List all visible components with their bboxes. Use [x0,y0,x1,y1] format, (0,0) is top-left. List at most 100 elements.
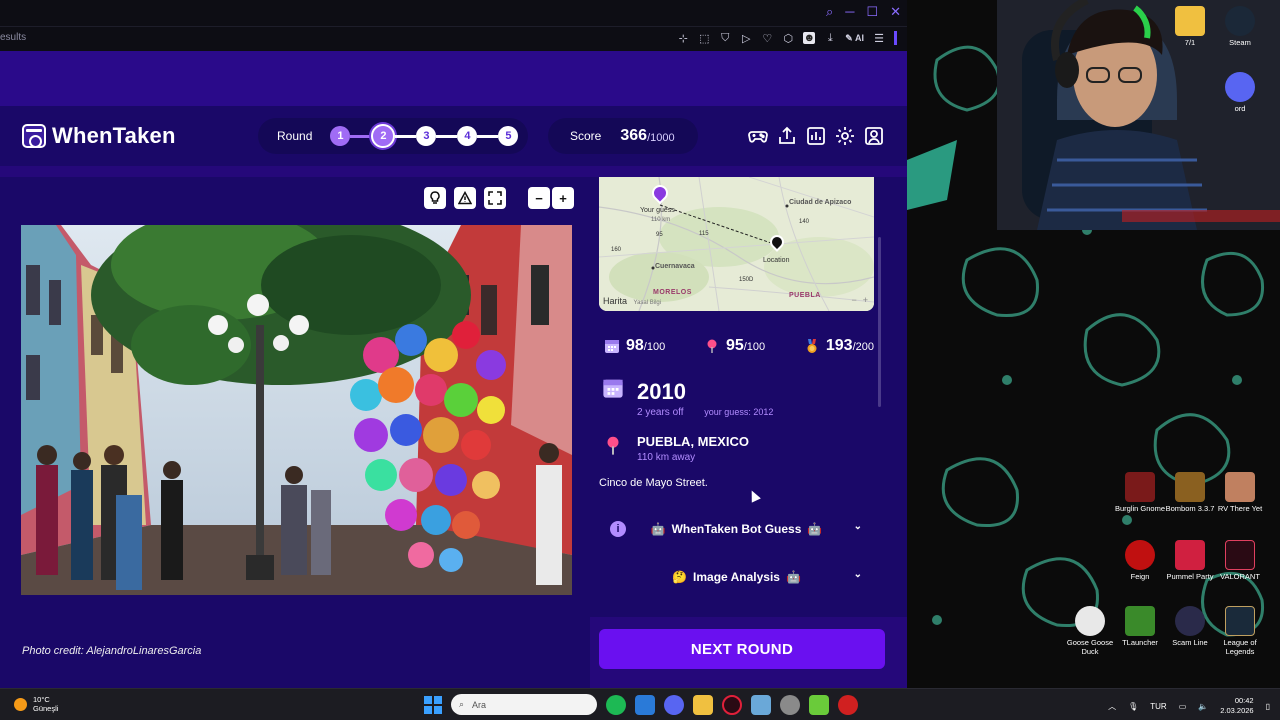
gamepad-icon[interactable] [748,126,768,146]
heart-icon[interactable]: ♡ [761,32,773,45]
desktop-icon-label: League of Legends [1223,638,1257,656]
location-score: 95 [725,337,744,354]
download-icon[interactable]: ⤓ [824,32,836,45]
close-icon[interactable]: ✕ [890,4,901,20]
bot-guess-accordion[interactable]: i 🤖 WhenTaken Bot Guess 🤖 ⌄ [599,511,874,547]
mail-icon[interactable] [635,694,655,715]
app-icon-b[interactable] [780,694,800,715]
map-legal[interactable]: Yasal Bilgi [634,300,662,306]
desktop-icon-bombom[interactable]: Bombom 3.3.7 [1163,472,1217,513]
clock[interactable]: 00:42 2.03.2026 [1220,696,1253,716]
info-icon[interactable]: i [610,521,626,537]
desktop-icon-tlauncher[interactable]: TLauncher [1113,606,1167,647]
map-label-morelos: MORELOS [653,289,692,296]
maximize-icon[interactable]: ☐ [866,4,878,20]
time: 00:42 [1234,696,1254,705]
screenshot-icon[interactable]: ⬚ [698,32,710,45]
report-icon[interactable] [454,187,476,209]
image-analysis-accordion[interactable]: 🤔 Image Analysis 🤖 ⌄ [599,559,874,595]
pin-icon[interactable]: ⊹ [677,32,689,45]
map-road-115: 115 [699,231,709,237]
share-icon[interactable] [777,126,797,146]
calendar-icon [603,379,623,398]
map-label-puebla: PUEBLA [789,292,821,299]
desktop-icon-burglin-gnome[interactable]: Burglin Gnome [1113,472,1167,513]
menu-icon[interactable]: ☰ [873,32,885,45]
app-icon-d[interactable] [838,694,858,715]
map-zoom-in-icon[interactable]: + [863,295,868,305]
zoom-out-icon[interactable]: − [528,187,550,209]
next-round-button[interactable]: NEXT ROUND [599,629,885,669]
total-score-max: /200 [852,341,874,353]
calendar-icon [605,340,619,353]
folder-icon [1175,6,1205,36]
desktop-icon-feign[interactable]: Feign [1113,540,1167,581]
microphone-icon[interactable]: 🎙 [1128,702,1138,711]
desktop-icon-league-of-legends[interactable]: League of Legends [1213,606,1267,656]
windows-start-icon[interactable] [424,695,442,714]
score-value: 366 [620,127,648,144]
desktop-icon-rv-there-yet[interactable]: RV There Yet [1213,472,1267,513]
notification-icon[interactable]: ▯ [1266,702,1270,711]
header-icon-bar [748,126,884,146]
settings-icon[interactable] [835,126,855,146]
photo-panel: − + Photo credit: AlejandroLinaresGarcia [0,177,590,688]
desktop-icon-label: RV There Yet [1217,504,1263,513]
map-zoom-out-icon[interactable]: − [851,295,856,305]
desktop-icon-scam-line[interactable]: Scam Line [1163,606,1217,647]
address-bar[interactable]: esults ⊹ ⬚ ⛉ ▷ ♡ ⬡ ☻ ⤓ ✎ AI ☰ [0,26,907,51]
volume-icon[interactable]: 🔈 [1198,702,1208,711]
ai-button[interactable]: ✎ AI [845,33,864,44]
folder-icon[interactable] [693,694,713,715]
chevron-down-icon: ⌄ [853,569,862,580]
url-text[interactable]: esults [0,32,26,43]
weather-widget[interactable]: 10°C Güneşli [14,695,58,713]
robot-icon: 🤖 [650,522,666,536]
discord-icon[interactable] [664,694,684,715]
extension-icon[interactable]: ⬡ [782,32,794,45]
app-icon-a[interactable] [751,694,771,715]
stats-icon[interactable] [806,126,826,146]
round-photo[interactable] [21,225,572,595]
logo[interactable]: WhenTaken [22,123,176,149]
app-top-band [0,51,907,106]
taskbar-search[interactable]: ⌕ Ara [451,694,597,715]
image-analysis-label: Image Analysis [693,570,780,584]
opera-gx-icon[interactable] [722,694,742,715]
desktop-icon-label: VALORANT [1220,572,1260,581]
round-step-4: 4 [457,126,478,146]
language-indicator[interactable]: TUR [1150,702,1166,711]
play-icon[interactable]: ▷ [740,32,752,45]
shield-icon[interactable]: ⛉ [719,32,731,45]
minimize-icon[interactable]: ─ [845,4,854,20]
desktop-icon-goose-goose-duck[interactable]: Goose Goose Duck [1063,606,1117,656]
robot-icon: 🤖 [807,522,823,536]
result-map[interactable]: Your guess 110 km Ciudad de Apizaco Loca… [599,177,874,311]
desktop-icon-pummel-party[interactable]: Pummel Party [1163,540,1217,581]
app-icon-c[interactable] [809,694,829,715]
photo-description: Cinco de Mayo Street. [599,477,708,489]
game-icon [1125,472,1155,502]
total-score: 193 [825,337,853,354]
profile-icon[interactable] [864,126,884,146]
search-icon[interactable]: ⌕ [826,4,833,20]
desktop-icon-discord[interactable]: ord [1213,72,1267,113]
avatar-icon[interactable]: ☻ [803,32,816,44]
fullscreen-icon[interactable] [484,187,506,209]
taskbar-apps: ⌕ Ara [424,694,858,715]
hint-icon[interactable] [424,187,446,209]
street-photo [21,225,572,595]
map-road-95: 95 [656,232,663,238]
spotify-icon[interactable] [606,694,626,715]
network-icon[interactable]: ▭ [1179,702,1187,711]
desktop-icon-steam[interactable]: Steam [1213,6,1267,47]
chevron-up-icon[interactable]: ︿ [1108,701,1116,712]
desktop-icon-valorant[interactable]: VALORANT [1213,540,1267,581]
thinking-icon: 🤔 [672,570,688,584]
zoom-in-icon[interactable]: + [552,187,574,209]
desktop-icon-folder[interactable]: 7/1 [1163,6,1217,47]
map-label-distance: 110 km [651,217,671,223]
results-scrollbar[interactable] [878,237,881,407]
desktop-icon-label: Steam [1229,38,1251,47]
